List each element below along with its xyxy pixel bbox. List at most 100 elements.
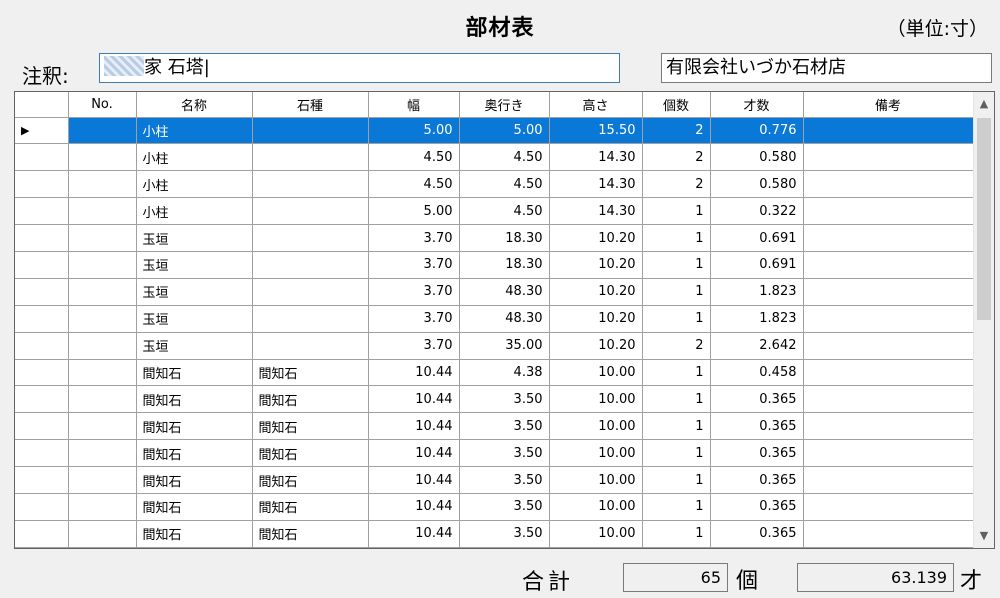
cell-remarks[interactable]: [803, 466, 974, 494]
table-row[interactable]: 玉垣 3.70 35.00 10.20 2 2.642: [15, 332, 974, 360]
cell-stone[interactable]: 間知石: [252, 439, 369, 468]
cell-depth[interactable]: 5.00: [459, 117, 550, 145]
cell-name[interactable]: 小柱: [136, 143, 253, 172]
cell-no[interactable]: [68, 170, 137, 199]
cell-height[interactable]: 10.00: [549, 520, 643, 548]
cell-no[interactable]: [68, 305, 137, 333]
cell-name[interactable]: 間知石: [136, 439, 253, 468]
cell-name[interactable]: 玉垣: [136, 278, 253, 306]
cell-sai[interactable]: 0.365: [710, 439, 804, 468]
column-header-stone[interactable]: 石種: [252, 92, 369, 118]
parts-grid[interactable]: No. 名称 石種 幅 奥行き 高さ 個数 才数 備考 ▶ 小柱 5.00 5.00 1…: [14, 91, 995, 549]
vertical-scrollbar[interactable]: ▲ ▼: [973, 92, 994, 548]
table-row[interactable]: 間知石 間知石 10.44 3.50 10.00 1 0.365: [15, 412, 974, 441]
cell-sai[interactable]: 1.823: [710, 278, 804, 306]
table-row[interactable]: 玉垣 3.70 48.30 10.20 1 1.823: [15, 278, 974, 306]
cell-remarks[interactable]: [803, 143, 974, 172]
cell-no[interactable]: [68, 412, 137, 441]
cell-name[interactable]: 小柱: [136, 170, 253, 199]
cell-stone[interactable]: [252, 278, 369, 306]
column-header-sai[interactable]: 才数: [710, 92, 804, 118]
cell-quantity[interactable]: 1: [642, 278, 711, 306]
cell-height[interactable]: 10.20: [549, 332, 643, 360]
row-header[interactable]: [15, 493, 69, 521]
cell-no[interactable]: [68, 143, 137, 172]
cell-height[interactable]: 15.50: [549, 117, 643, 145]
cell-sai[interactable]: 0.458: [710, 359, 804, 387]
cell-width[interactable]: 5.00: [368, 117, 460, 145]
cell-sai[interactable]: 0.691: [710, 251, 804, 279]
cell-width[interactable]: 5.00: [368, 197, 460, 226]
cell-depth[interactable]: 35.00: [459, 332, 550, 360]
cell-remarks[interactable]: [803, 251, 974, 279]
row-header[interactable]: [15, 278, 69, 306]
cell-quantity[interactable]: 1: [642, 359, 711, 387]
cell-width[interactable]: 3.70: [368, 278, 460, 306]
cell-sai[interactable]: 0.580: [710, 143, 804, 172]
cell-width[interactable]: 10.44: [368, 466, 460, 494]
column-header-remarks[interactable]: 備考: [803, 92, 974, 118]
cell-height[interactable]: 14.30: [549, 143, 643, 172]
cell-depth[interactable]: 18.30: [459, 251, 550, 279]
cell-no[interactable]: [68, 197, 137, 226]
column-header-name[interactable]: 名称: [136, 92, 253, 118]
row-header[interactable]: [15, 251, 69, 279]
cell-stone[interactable]: [252, 197, 369, 226]
cell-name[interactable]: 小柱: [136, 117, 253, 145]
cell-remarks[interactable]: [803, 278, 974, 306]
row-header[interactable]: ▶: [15, 117, 69, 145]
row-header[interactable]: [15, 332, 69, 360]
cell-stone[interactable]: [252, 117, 369, 145]
cell-height[interactable]: 10.20: [549, 251, 643, 279]
cell-width[interactable]: 10.44: [368, 359, 460, 387]
cell-height[interactable]: 10.00: [549, 466, 643, 494]
cell-sai[interactable]: 0.365: [710, 520, 804, 548]
cell-depth[interactable]: 3.50: [459, 520, 550, 548]
cell-remarks[interactable]: [803, 197, 974, 226]
cell-width[interactable]: 3.70: [368, 224, 460, 252]
row-header[interactable]: [15, 143, 69, 172]
cell-stone[interactable]: [252, 305, 369, 333]
row-header[interactable]: [15, 197, 69, 226]
cell-quantity[interactable]: 1: [642, 466, 711, 494]
cell-quantity[interactable]: 1: [642, 197, 711, 226]
cell-no[interactable]: [68, 117, 137, 145]
cell-depth[interactable]: 4.38: [459, 359, 550, 387]
cell-sai[interactable]: 0.365: [710, 466, 804, 494]
cell-quantity[interactable]: 2: [642, 117, 711, 145]
cell-remarks[interactable]: [803, 359, 974, 387]
cell-name[interactable]: 間知石: [136, 385, 253, 414]
cell-stone[interactable]: 間知石: [252, 466, 369, 494]
table-row[interactable]: 間知石 間知石 10.44 3.50 10.00 1 0.365: [15, 520, 974, 548]
cell-height[interactable]: 10.20: [549, 305, 643, 333]
cell-sai[interactable]: 1.823: [710, 305, 804, 333]
cell-name[interactable]: 小柱: [136, 197, 253, 226]
cell-stone[interactable]: [252, 224, 369, 252]
cell-quantity[interactable]: 2: [642, 170, 711, 199]
row-header[interactable]: [15, 466, 69, 494]
cell-no[interactable]: [68, 493, 137, 521]
cell-remarks[interactable]: [803, 439, 974, 468]
cell-sai[interactable]: 0.365: [710, 412, 804, 441]
table-row[interactable]: 小柱 5.00 4.50 14.30 1 0.322: [15, 197, 974, 226]
cell-width[interactable]: 10.44: [368, 412, 460, 441]
cell-stone[interactable]: [252, 251, 369, 279]
cell-name[interactable]: 玉垣: [136, 251, 253, 279]
row-header[interactable]: [15, 520, 69, 548]
table-row[interactable]: ▶ 小柱 5.00 5.00 15.50 2 0.776: [15, 117, 974, 145]
table-row[interactable]: 間知石 間知石 10.44 3.50 10.00 1 0.365: [15, 439, 974, 468]
row-header[interactable]: [15, 359, 69, 387]
scroll-up-icon[interactable]: ▲: [974, 94, 994, 114]
cell-depth[interactable]: 4.50: [459, 170, 550, 199]
cell-no[interactable]: [68, 251, 137, 279]
cell-name[interactable]: 間知石: [136, 520, 253, 548]
cell-stone[interactable]: [252, 170, 369, 199]
cell-width[interactable]: 10.44: [368, 520, 460, 548]
cell-stone[interactable]: [252, 143, 369, 172]
table-row[interactable]: 小柱 4.50 4.50 14.30 2 0.580: [15, 170, 974, 199]
cell-stone[interactable]: 間知石: [252, 412, 369, 441]
cell-height[interactable]: 10.00: [549, 359, 643, 387]
cell-quantity[interactable]: 1: [642, 385, 711, 414]
cell-quantity[interactable]: 1: [642, 520, 711, 548]
cell-sai[interactable]: 0.365: [710, 493, 804, 521]
